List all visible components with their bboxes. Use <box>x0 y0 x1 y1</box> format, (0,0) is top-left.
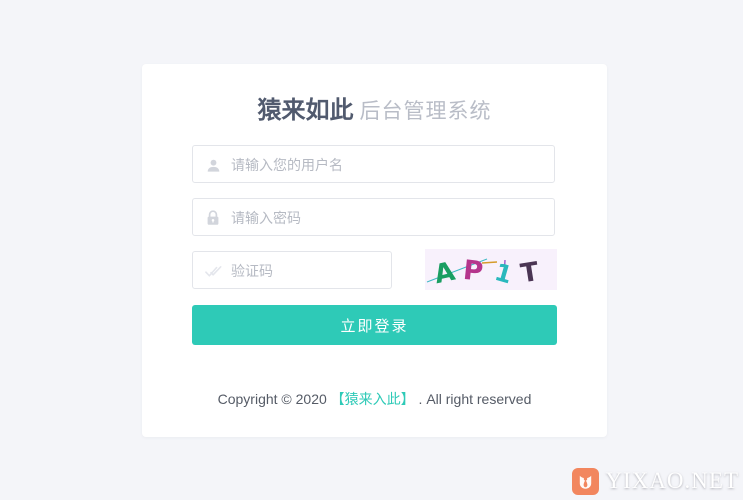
user-icon <box>204 146 222 184</box>
username-field[interactable]: 请输入您的用户名 <box>192 145 555 183</box>
copyright-suffix: . All right reserved <box>414 391 532 407</box>
login-form: 请输入您的用户名 请输入密码 验证码 A P 1 T 立即登录 <box>192 145 557 345</box>
captcha-image[interactable]: A P 1 T <box>425 249 557 290</box>
login-card: 猿来如此 后台管理系统 请输入您的用户名 请输入密码 验证码 A P 1 T 立… <box>142 64 607 437</box>
captcha-placeholder: 验证码 <box>231 263 273 279</box>
username-placeholder: 请输入您的用户名 <box>231 157 343 173</box>
captcha-field[interactable]: 验证码 <box>192 251 392 289</box>
watermark: YIXAO.NET <box>572 464 739 498</box>
password-placeholder: 请输入密码 <box>231 210 301 226</box>
login-page: 猿来如此 后台管理系统 请输入您的用户名 请输入密码 验证码 A P 1 T 立… <box>0 0 743 500</box>
svg-text:P: P <box>462 255 485 288</box>
lock-icon <box>204 199 222 237</box>
page-title: 猿来如此 后台管理系统 <box>142 99 607 123</box>
copyright-link[interactable]: 【猿来入此】 <box>331 391 415 407</box>
check-icon <box>204 252 222 290</box>
brand-name: 猿来如此 <box>257 97 354 124</box>
yixao-logo-icon <box>572 467 600 495</box>
copyright-prefix: Copyright © 2020 <box>217 391 331 407</box>
watermark-text: YIXAO.NET <box>605 468 739 493</box>
password-field[interactable]: 请输入密码 <box>192 198 555 236</box>
copyright: Copyright © 2020 【猿来入此】 . All right rese… <box>142 389 607 409</box>
system-subtitle: 后台管理系统 <box>359 100 492 123</box>
login-button[interactable]: 立即登录 <box>192 305 557 345</box>
captcha-row: 验证码 A P 1 T <box>192 249 557 290</box>
